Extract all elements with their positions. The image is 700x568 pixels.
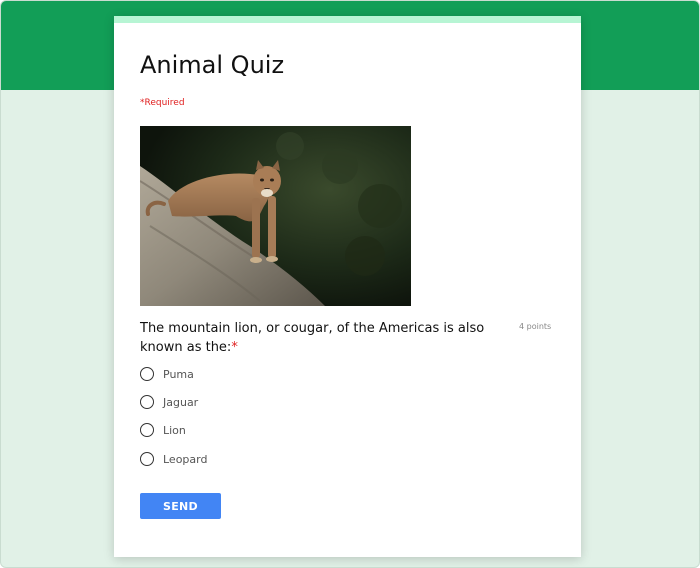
option-label: Lion (163, 423, 186, 437)
option-label: Puma (163, 367, 194, 381)
radio-button[interactable] (140, 452, 154, 466)
option-jaguar[interactable]: Jaguar (140, 394, 198, 410)
required-asterisk: * (231, 340, 238, 355)
option-label: Jaguar (163, 395, 199, 409)
radio-button[interactable] (140, 423, 154, 437)
form-title: Animal Quiz (140, 51, 285, 79)
option-lion[interactable]: Lion (140, 422, 186, 438)
radio-button[interactable] (140, 395, 154, 409)
option-label: Leopard (163, 452, 208, 466)
question-points: 4 points (519, 322, 552, 331)
question-label: The mountain lion, or cougar, of the Ame… (140, 321, 485, 355)
option-leopard[interactable]: Leopard (140, 451, 207, 467)
radio-button[interactable] (140, 367, 154, 381)
send-button[interactable]: SEND (140, 493, 221, 519)
card-accent-bar (114, 16, 581, 23)
mountain-lion-image (140, 126, 411, 306)
page-frame: Animal Quiz *Required The mountain lion,… (0, 0, 700, 568)
required-note: *Required (140, 98, 185, 108)
question-text: The mountain lion, or cougar, of the Ame… (140, 319, 500, 357)
form-card: Animal Quiz *Required The mountain lion,… (114, 16, 581, 557)
option-puma[interactable]: Puma (140, 366, 194, 382)
